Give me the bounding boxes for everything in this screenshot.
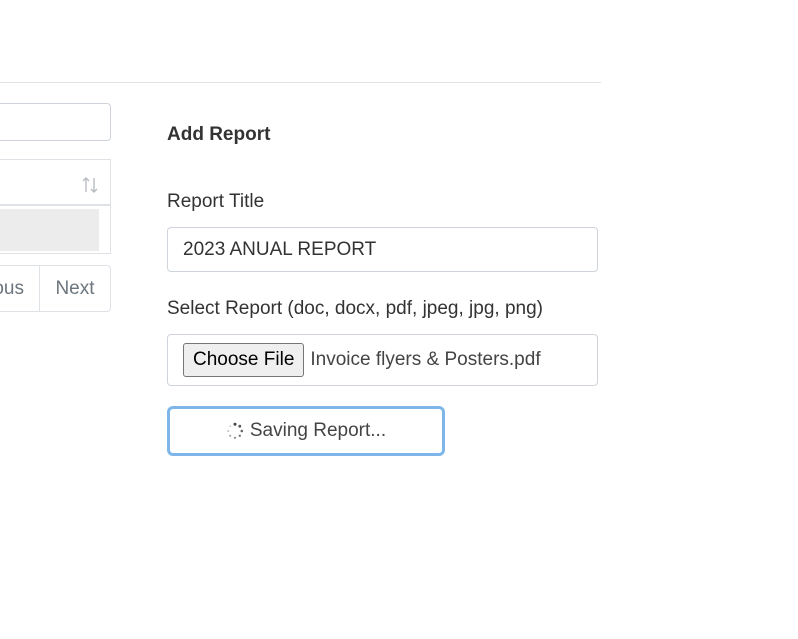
save-report-button[interactable]: Saving Report... [167, 406, 445, 456]
section-divider [0, 82, 601, 83]
report-title-input[interactable] [167, 227, 598, 272]
spinner-icon [227, 422, 243, 439]
save-report-label: Saving Report... [249, 420, 387, 441]
report-file-input[interactable]: Choose File Invoice flyers & Posters.pdf [167, 334, 598, 386]
pagination: Previous Next [0, 265, 111, 312]
sort-arrows-icon[interactable] [82, 176, 98, 194]
choose-file-button[interactable]: Choose File [183, 343, 305, 377]
report-title-label: Report Title [167, 191, 265, 212]
table-header[interactable] [0, 160, 110, 206]
pagination-next[interactable]: Next [40, 266, 110, 311]
reports-table [0, 159, 111, 254]
selected-file-name: Invoice flyers & Posters.pdf [310, 349, 541, 370]
pagination-next-label: Next [55, 277, 95, 299]
pagination-previous[interactable]: Previous [0, 266, 40, 311]
table-search-input[interactable] [0, 103, 111, 141]
form-heading: Add Report [167, 124, 271, 145]
page: Previous Next Add Report Report Title Se… [0, 0, 798, 639]
pagination-previous-label: Previous [0, 277, 24, 299]
table-row[interactable] [0, 209, 99, 251]
report-file-label: Select Report (doc, docx, pdf, jpeg, jpg… [167, 298, 543, 319]
